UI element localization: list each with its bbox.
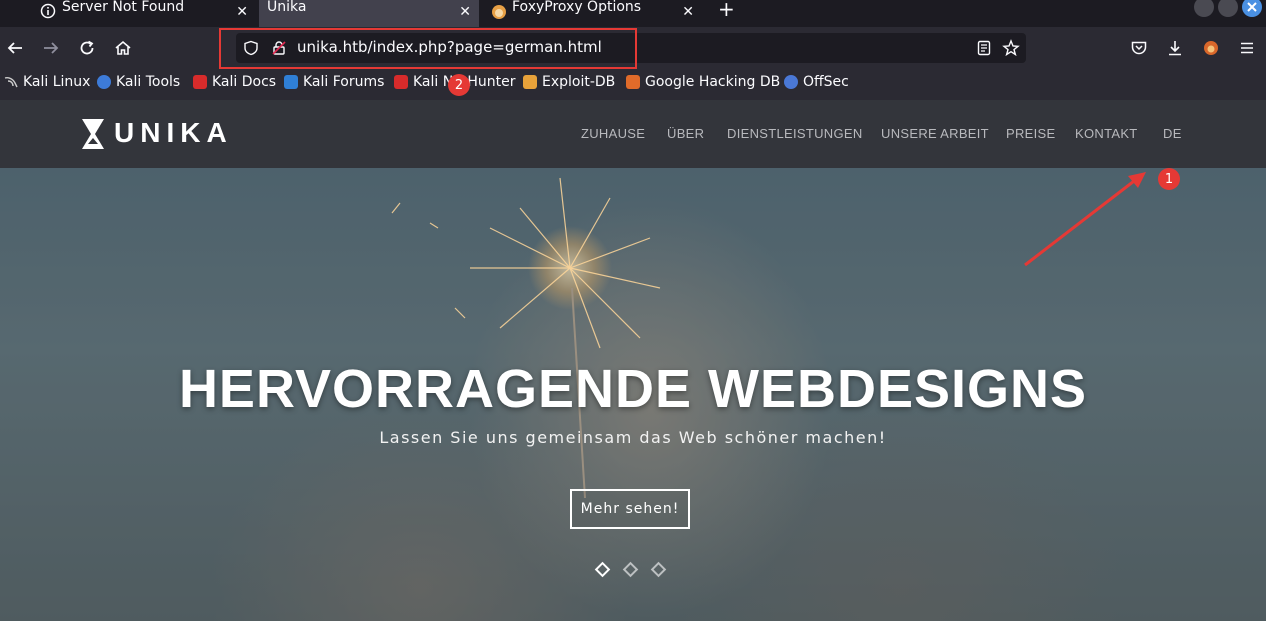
kali-dragon-icon [4,75,18,89]
ghdb-icon [626,75,640,89]
close-icon [1247,2,1257,12]
bookmark-offsec[interactable]: OffSec [784,74,849,90]
new-tab-button[interactable]: + [718,0,735,21]
hero-carousel: HERVORRAGENDE WEBDESIGNS Lassen Sie uns … [0,168,1266,621]
nav-link-unsere-arbeit[interactable]: UNSERE ARBEIT [881,126,989,141]
kali-tools-icon [97,75,111,89]
nav-link-kontakt[interactable]: KONTAKT [1075,126,1138,141]
window-close-button[interactable] [1242,0,1262,17]
reader-view-icon[interactable] [976,40,992,60]
bookmark-kali-linux[interactable]: Kali Linux [4,74,90,90]
tab-label: FoxyProxy Options [512,0,642,15]
hero-headline: HERVORRAGENDE WEBDESIGNS [178,359,1088,419]
foxyproxy-icon[interactable] [1202,39,1220,61]
kali-nethunter-icon [394,75,408,89]
kali-forums-icon [284,75,298,89]
offsec-icon [784,75,798,89]
site-logo[interactable]: UNIKA [114,117,233,149]
hero-subline: Lassen Sie uns gemeinsam das Web schöner… [379,428,887,447]
bookmark-kali-docs[interactable]: Kali Docs [193,74,276,90]
bookmark-label: Kali Tools [116,74,181,90]
bookmark-exploit-db[interactable]: Exploit-DB [523,74,615,90]
close-icon[interactable]: ✕ [236,4,248,20]
bookmark-label: Kali Forums [303,74,385,90]
tab-unika[interactable]: Unika ✕ [259,0,479,27]
tab-label: Unika [267,0,307,15]
exploit-db-icon [523,75,537,89]
tab-server-not-found[interactable]: Server Not Found ✕ [0,0,256,27]
nav-link-zuhause[interactable]: ZUHAUSE [581,126,645,141]
forward-icon[interactable] [42,39,60,61]
bookmark-label: Exploit-DB [542,74,616,90]
bookmark-star-icon[interactable] [1002,39,1020,61]
nav-link-dienstleistungen[interactable]: DIENSTLEISTUNGEN [727,126,863,141]
tab-foxyproxy-options[interactable]: FoxyProxy Options ✕ [482,0,702,27]
annotation-badge-2: 2 [448,74,470,96]
close-icon[interactable]: ✕ [682,4,694,20]
info-icon [40,3,56,23]
tab-strip: Server Not Found ✕ Unika ✕ FoxyProxy Opt… [0,0,1266,27]
home-icon[interactable] [114,39,132,61]
nav-link-ueber[interactable]: ÜBER [667,126,704,141]
hourglass-logo-icon[interactable] [81,118,105,154]
annotation-highlight-box [219,28,637,69]
annotation-badge-1: 1 [1158,168,1180,190]
nav-link-preise[interactable]: PREISE [1006,126,1055,141]
tab-label: Server Not Found [62,0,185,15]
bookmark-kali-tools[interactable]: Kali Tools [97,74,180,90]
downloads-icon[interactable] [1166,39,1184,61]
back-icon[interactable] [6,39,24,61]
reload-icon[interactable] [78,39,96,61]
pocket-icon[interactable] [1130,39,1148,61]
bookmark-label: OffSec [803,74,849,90]
maximize-button[interactable] [1218,0,1238,17]
close-icon[interactable]: ✕ [459,4,471,20]
bookmark-label: Kali Linux [23,74,91,90]
foxyproxy-icon [491,4,507,24]
more-button[interactable]: Mehr sehen! [570,489,690,529]
menu-icon[interactable] [1238,39,1256,61]
bookmark-label: Google Hacking DB [645,74,781,90]
bookmark-kali-forums[interactable]: Kali Forums [284,74,384,90]
kali-docs-icon [193,75,207,89]
minimize-button[interactable] [1194,0,1214,17]
bookmark-label: Kali Docs [212,74,277,90]
bookmark-google-hacking-db[interactable]: Google Hacking DB [626,74,780,90]
language-selector[interactable]: DE [1163,126,1182,141]
